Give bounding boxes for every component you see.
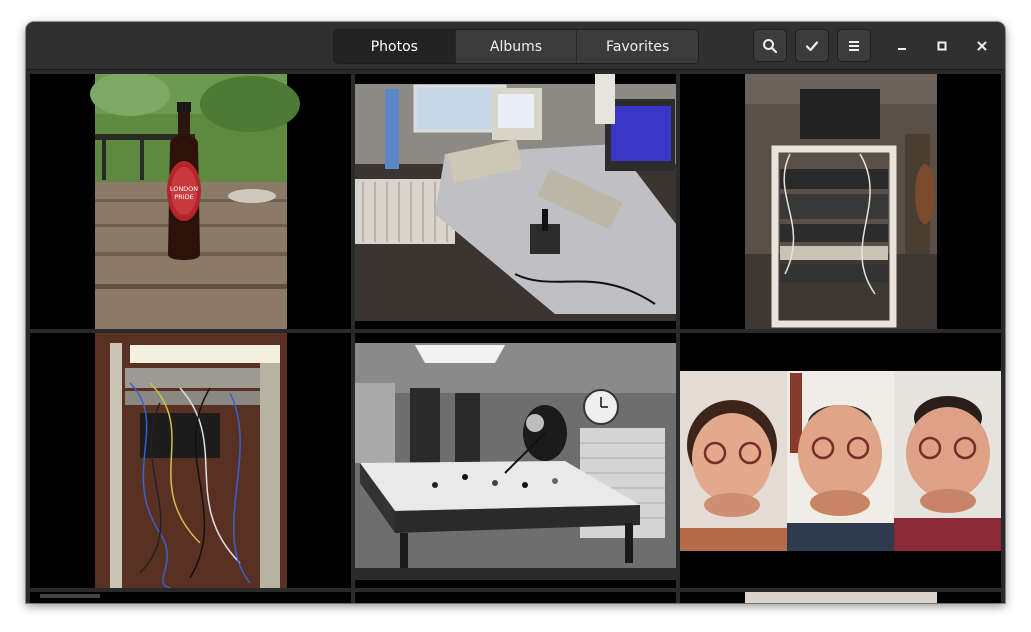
photo-retro-computers — [355, 74, 676, 329]
photo-thumbnail-retro-computers[interactable] — [355, 74, 676, 329]
beer-label-line2: PRIDE — [174, 193, 193, 201]
selection-mode-button[interactable] — [795, 29, 829, 62]
headerbar: Photos Albums Favorites — [26, 22, 1005, 70]
close-icon — [977, 41, 987, 51]
maximize-icon — [937, 41, 947, 51]
photo-pool-table — [355, 333, 676, 588]
beer-label-line1: LONDON — [170, 185, 198, 193]
photo-thumbnail-network-cabinet[interactable] — [30, 333, 351, 588]
photo-thumbnail-row3-3[interactable] — [680, 592, 1001, 603]
photo-thumbnail-server-rack[interactable] — [680, 74, 1001, 329]
photo-thumbnail-row3-2[interactable] — [355, 592, 676, 603]
main-menu-button[interactable] — [837, 29, 871, 62]
photo-grid: LONDON PRIDE — [26, 70, 1005, 603]
view-switcher: Photos Albums Favorites — [333, 29, 699, 64]
photo-beer-bottle: LONDON PRIDE — [30, 74, 351, 329]
photo-network-cabinet — [30, 333, 351, 588]
search-icon — [763, 38, 778, 53]
photo-row3-2 — [355, 592, 676, 603]
minimize-button[interactable] — [890, 34, 914, 58]
photo-server-rack — [680, 74, 1001, 329]
tab-photos[interactable]: Photos — [334, 30, 456, 63]
photo-face-filter — [680, 333, 1001, 588]
check-icon — [805, 40, 819, 51]
close-button[interactable] — [970, 34, 994, 58]
photo-thumbnail-row3-1[interactable] — [30, 592, 351, 603]
photo-row3-1 — [30, 592, 351, 603]
photos-window: Photos Albums Favorites LONDON PRIDE — [26, 22, 1005, 603]
maximize-button[interactable] — [930, 34, 954, 58]
hamburger-menu-icon — [849, 40, 859, 51]
photo-thumbnail-face-filter[interactable] — [680, 333, 1001, 588]
photo-row3-3 — [680, 592, 1001, 603]
photo-thumbnail-beer-bottle[interactable]: LONDON PRIDE — [30, 74, 351, 329]
tab-albums[interactable]: Albums — [455, 30, 578, 63]
photo-thumbnail-pool-table[interactable] — [355, 333, 676, 588]
search-button[interactable] — [753, 29, 787, 62]
minimize-icon — [898, 48, 906, 50]
tab-favorites[interactable]: Favorites — [577, 30, 698, 63]
